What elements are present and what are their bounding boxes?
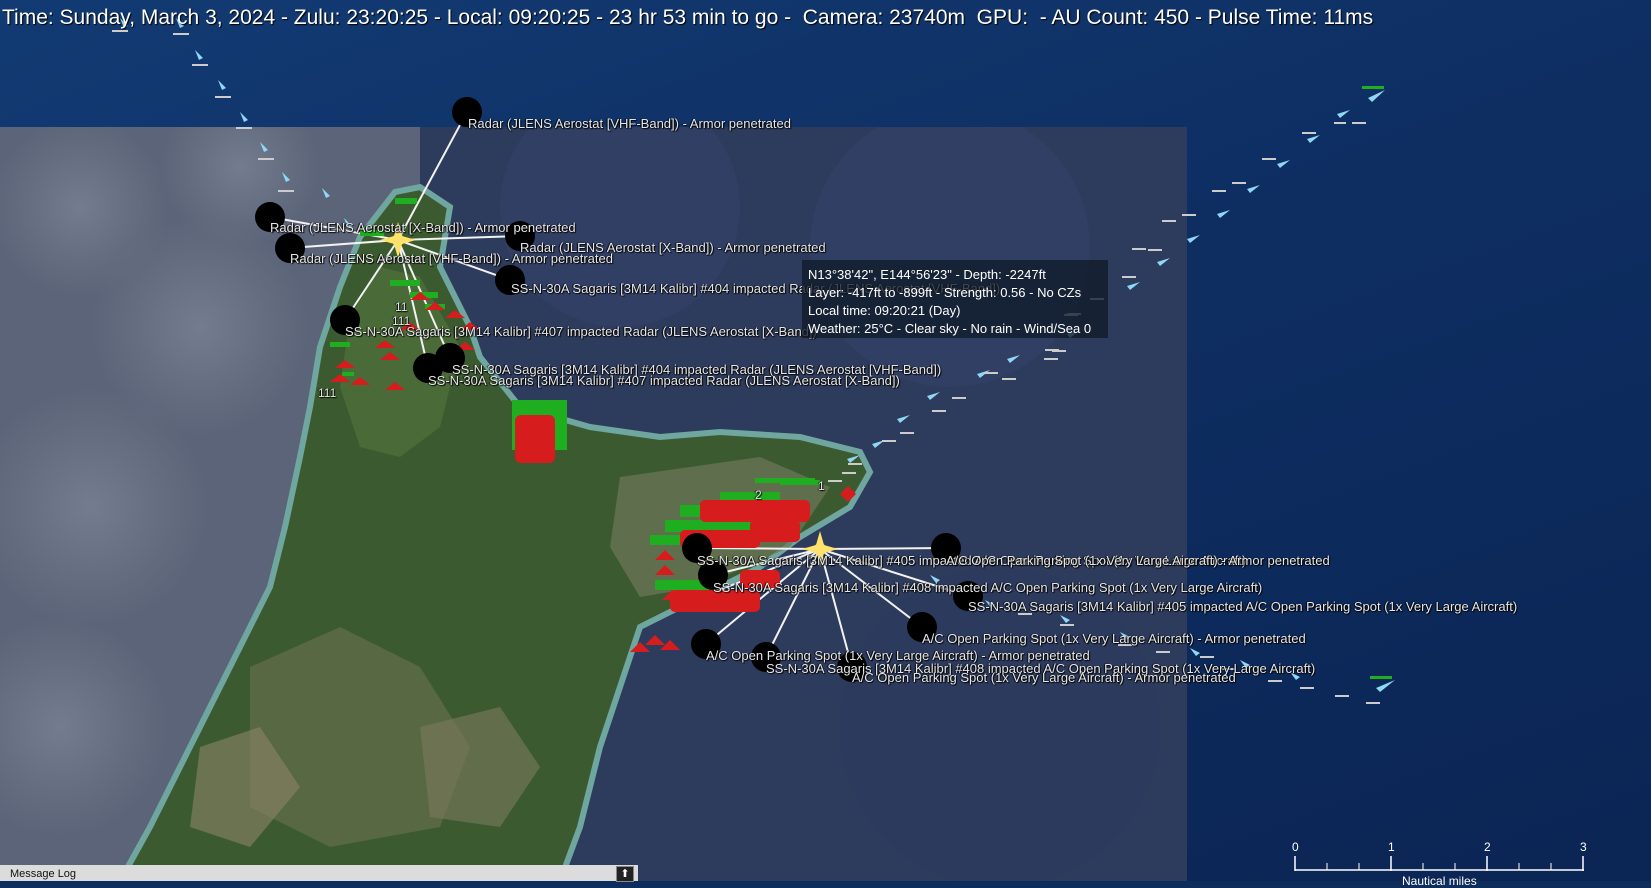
missile-icon[interactable] xyxy=(1217,210,1230,218)
scale-tick-label: 2 xyxy=(1484,840,1491,854)
map-label: A/C Open Parking Spot (1x Very Large Air… xyxy=(922,631,1306,646)
missile-icon[interactable] xyxy=(1368,90,1385,102)
scale-unit-label: Nautical miles xyxy=(1402,874,1477,888)
missile-icon[interactable] xyxy=(1060,615,1070,623)
scale-tick-label: 1 xyxy=(1388,840,1395,854)
unit-count-badge[interactable]: 111 xyxy=(318,386,336,400)
missile-icon[interactable] xyxy=(1376,680,1395,692)
message-log-label: Message Log xyxy=(10,868,77,880)
missile-icon[interactable] xyxy=(1277,160,1290,168)
missile-icon[interactable] xyxy=(1307,135,1320,143)
tooltip-weather: Weather: 25°C - Clear sky - No rain - Wi… xyxy=(808,321,1092,336)
map-label: Radar (JLENS Aerostat [X-Band]) - Armor … xyxy=(270,220,576,235)
map-label: A/C Open Parking Spot (1x Very Large Air… xyxy=(852,670,1236,685)
missile-icon[interactable] xyxy=(240,112,248,122)
missile-icon[interactable] xyxy=(322,188,330,198)
map-label: SS-N-30A Sagaris [3M14 Kalibr] #408 impa… xyxy=(713,580,1263,595)
message-log-bar[interactable]: Message Log ⬆ xyxy=(0,865,638,882)
missile-icon[interactable] xyxy=(282,172,290,182)
map-label: SS-N-30A Sagaris [3M14 Kalibr] #407 impa… xyxy=(428,373,900,388)
unit-count-badge[interactable]: 1 xyxy=(818,479,825,493)
tooltip-coordinates: N13°38'42", E144°56'23" - Depth: -2247ft xyxy=(808,267,1046,282)
map-label: A/C Open Parking Spot (1x Very Large Air… xyxy=(946,553,1330,568)
unit-count-badge[interactable]: 11 xyxy=(395,300,407,314)
tooltip-local-time: Local time: 09:20:21 (Day) xyxy=(808,303,961,318)
missile-icon[interactable] xyxy=(927,392,940,400)
missile-icon[interactable] xyxy=(1007,355,1020,363)
missile-icon[interactable] xyxy=(1157,258,1170,266)
map-label: SS-N-30A Sagaris [3M14 Kalibr] #405 impa… xyxy=(968,599,1518,614)
missile-icon[interactable] xyxy=(1127,282,1140,290)
missile-icon[interactable] xyxy=(218,80,226,90)
unit-count-badge[interactable]: 2 xyxy=(755,488,762,502)
status-bar: Time: Sunday, March 3, 2024 - Zulu: 23:2… xyxy=(2,6,1374,29)
friendly-unit-marker[interactable] xyxy=(1362,86,1384,89)
missile-icon[interactable] xyxy=(1190,648,1200,656)
hostile-diamond-icon[interactable] xyxy=(840,486,856,502)
missile-icon[interactable] xyxy=(1247,185,1260,193)
friendly-unit-marker[interactable] xyxy=(1370,676,1392,679)
missile-icon[interactable] xyxy=(847,455,860,463)
map-label: Radar (JLENS Aerostat [VHF-Band]) - Armo… xyxy=(290,251,613,266)
map-label: SS-N-30A Sagaris [3M14 Kalibr] #407 impa… xyxy=(345,324,817,339)
missile-icon[interactable] xyxy=(260,142,268,152)
scale-bar: 0 1 2 3 Nautical miles xyxy=(1292,840,1592,888)
missile-icon[interactable] xyxy=(897,415,910,423)
scale-tick-label: 0 xyxy=(1292,840,1299,854)
up-arrow-icon[interactable]: ⬆ xyxy=(616,866,634,882)
missile-icon[interactable] xyxy=(1187,235,1200,243)
missile-track-north xyxy=(112,18,352,228)
map-label: Radar (JLENS Aerostat [VHF-Band]) - Armo… xyxy=(468,116,791,131)
map-hover-tooltip: N13°38'42", E144°56'23" - Depth: -2247ft… xyxy=(802,260,1108,338)
missile-icon[interactable] xyxy=(195,50,203,60)
tooltip-layer-info: Layer: -417ft to -899ft - Strength: 0.56… xyxy=(808,285,1082,300)
missile-icon[interactable] xyxy=(1337,110,1350,118)
scale-tick-label: 3 xyxy=(1580,840,1587,854)
hostile-units-south[interactable] xyxy=(630,486,856,652)
tactical-overlay xyxy=(112,18,1395,704)
